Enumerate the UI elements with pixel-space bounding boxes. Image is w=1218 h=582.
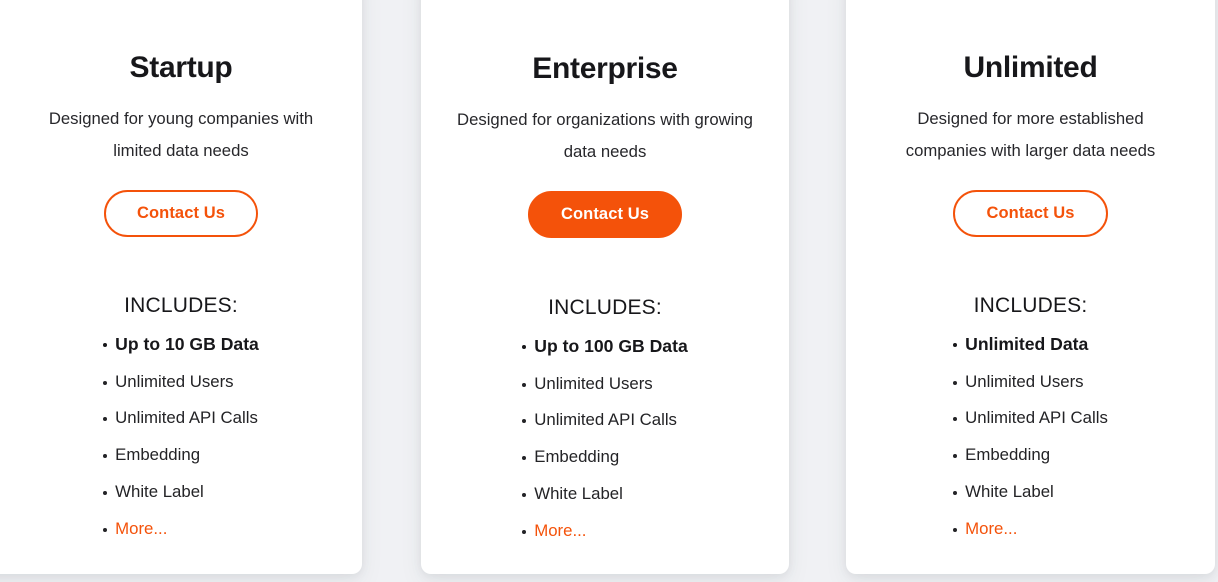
list-item: White Label	[522, 484, 688, 503]
list-item: Unlimited Data	[953, 334, 1108, 355]
bullet-icon	[522, 493, 527, 497]
bullet-icon	[953, 343, 958, 348]
list-item: Embedding	[522, 447, 688, 467]
plan-description: Designed for organizations with growing …	[457, 110, 753, 162]
feature-label: White Label	[115, 482, 204, 501]
feature-label: Embedding	[534, 447, 620, 467]
bullet-icon	[103, 491, 108, 495]
feature-label: White Label	[965, 482, 1054, 501]
list-item: Up to 10 GB Data	[103, 334, 259, 355]
contact-us-button[interactable]: Contact Us	[103, 189, 259, 238]
plan-title: Unlimited	[963, 51, 1098, 84]
bullet-icon	[953, 527, 958, 532]
feature-label: Unlimited API Calls	[965, 408, 1108, 428]
bullet-icon	[103, 417, 108, 422]
bullet-icon	[522, 419, 527, 424]
bullet-icon	[953, 454, 958, 459]
list-item: Unlimited API Calls	[103, 410, 259, 427]
plan-title: Enterprise	[532, 52, 678, 85]
includes-heading: INCLUDES:	[124, 294, 238, 318]
feature-label: White Label	[534, 484, 623, 503]
pricing-plans-section: Startup Designed for young companies wit…	[0, 0, 1218, 582]
list-item: White Label	[953, 482, 1108, 501]
cta-container: Contact Us	[18, 189, 344, 238]
feature-label: Embedding	[115, 445, 201, 465]
more-link[interactable]: More...	[965, 519, 1017, 538]
pricing-card-enterprise: Enterprise Designed for organizations wi…	[421, 0, 789, 574]
bullet-icon	[953, 380, 958, 385]
bullet-icon	[522, 382, 527, 387]
pricing-card-unlimited: Unlimited Designed for more established …	[846, 0, 1215, 574]
plan-title: Startup	[129, 51, 233, 84]
list-item: Unlimited API Calls	[953, 410, 1108, 427]
contact-us-button[interactable]: Contact Us	[527, 190, 683, 239]
pricing-card-content: Enterprise Designed for organizations wi…	[421, 0, 789, 541]
bullet-icon	[522, 456, 527, 461]
list-item: Unlimited API Calls	[522, 412, 688, 429]
list-item: White Label	[103, 482, 259, 501]
pricing-card-content: Unlimited Designed for more established …	[846, 0, 1215, 539]
feature-label: Unlimited Users	[534, 373, 653, 393]
list-item: Unlimited Users	[522, 373, 688, 393]
contact-us-button[interactable]: Contact Us	[953, 189, 1108, 238]
plan-description: Designed for young companies with limite…	[48, 109, 314, 161]
feature-label: Up to 100 GB Data	[534, 336, 688, 357]
plan-description: Designed for more established companies …	[905, 109, 1156, 161]
feature-label: Up to 10 GB Data	[115, 334, 259, 355]
bullet-icon	[103, 380, 108, 385]
pricing-card-startup: Startup Designed for young companies wit…	[0, 0, 362, 574]
list-item-more[interactable]: More...	[953, 519, 1108, 538]
feature-list: Up to 10 GB Data Unlimited Users Unlimit…	[103, 334, 259, 538]
more-link[interactable]: More...	[115, 519, 167, 538]
list-item-more[interactable]: More...	[103, 519, 259, 538]
bullet-icon	[953, 417, 958, 422]
list-item: Embedding	[953, 445, 1108, 465]
bullet-icon	[953, 491, 958, 495]
feature-label: Unlimited Data	[965, 334, 1089, 355]
includes-heading: INCLUDES:	[548, 296, 662, 320]
bullet-icon	[522, 345, 527, 350]
feature-label: Unlimited Users	[115, 371, 234, 391]
feature-label: Embedding	[965, 445, 1051, 465]
bullet-icon	[522, 529, 527, 534]
list-item: Embedding	[103, 445, 259, 465]
feature-label: Unlimited API Calls	[534, 410, 677, 430]
feature-list: Up to 100 GB Data Unlimited Users Unlimi…	[522, 336, 688, 540]
includes-heading: INCLUDES:	[973, 294, 1088, 318]
list-item: Unlimited Users	[103, 371, 259, 391]
feature-label: Unlimited Users	[965, 371, 1084, 391]
bullet-icon	[103, 527, 108, 532]
cta-container: Contact Us	[439, 190, 771, 239]
list-item: Up to 100 GB Data	[522, 336, 688, 357]
more-link[interactable]: More...	[534, 521, 586, 540]
bullet-icon	[103, 454, 108, 459]
list-item-more[interactable]: More...	[522, 521, 688, 540]
feature-list: Unlimited Data Unlimited Users Unlimited…	[953, 334, 1108, 538]
pricing-card-content: Startup Designed for young companies wit…	[0, 0, 362, 539]
cta-container: Contact Us	[864, 189, 1197, 238]
list-item: Unlimited Users	[953, 371, 1108, 391]
feature-label: Unlimited API Calls	[115, 408, 258, 428]
bullet-icon	[103, 343, 108, 348]
